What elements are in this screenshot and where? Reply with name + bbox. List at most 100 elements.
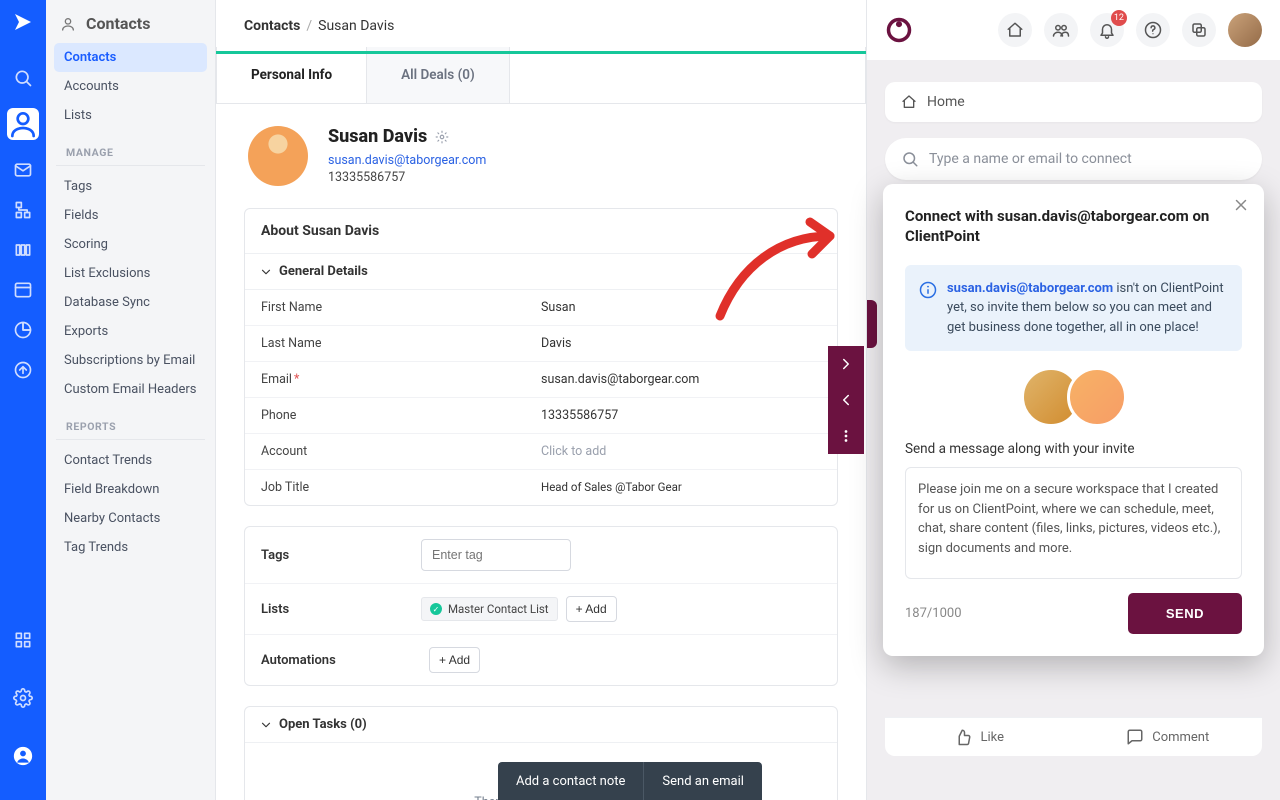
about-card: About Susan Davis General Details First … (244, 208, 838, 506)
sidebar-item-contacts[interactable]: Contacts (54, 43, 207, 72)
sidebar-item-contact-trends[interactable]: Contact Trends (54, 446, 207, 475)
nav-rail (0, 0, 46, 800)
row-last-name: Last NameDavis (245, 326, 837, 362)
list-chip[interactable]: ✓Master Contact List (421, 597, 558, 621)
gear-icon[interactable] (435, 130, 449, 144)
search-icon (901, 150, 919, 168)
sidebar-label-manage: MANAGE (56, 130, 205, 166)
rail-apps-icon[interactable] (13, 630, 33, 650)
breadcrumb: Contacts/Susan Davis (216, 0, 422, 48)
sidebar-item-tag-trends[interactable]: Tag Trends (54, 533, 207, 562)
automations-add-button[interactable]: Add (429, 647, 480, 673)
contact-pager (828, 346, 864, 454)
next-contact-button[interactable] (828, 346, 864, 382)
tab-personal-info[interactable]: Personal Info (217, 47, 367, 103)
prev-contact-button[interactable] (828, 382, 864, 418)
contact-phone: 13335586757 (328, 170, 486, 185)
user-avatar[interactable] (1228, 13, 1262, 47)
row-email: Email*susan.davis@taborgear.com (245, 362, 837, 398)
tab-all-deals[interactable]: All Deals (0) (367, 47, 510, 103)
comment-button[interactable]: Comment (1074, 718, 1263, 756)
lists-row: Lists ✓Master Contact List Add (245, 583, 837, 634)
send-button[interactable]: SEND (1128, 593, 1242, 634)
contact-name: Susan Davis (328, 126, 486, 147)
row-first-name: First NameSusan (245, 290, 837, 326)
sidebar-item-list-exclusions[interactable]: List Exclusions (54, 259, 207, 288)
tags-row: Tags (245, 527, 837, 583)
chevron-down-icon (259, 718, 273, 732)
contacts-icon (60, 16, 76, 32)
home-icon[interactable] (998, 13, 1032, 47)
send-email-button[interactable]: Send an email (643, 762, 762, 800)
lists-add-button[interactable]: Add (566, 596, 617, 622)
rail-search-icon[interactable] (13, 68, 33, 88)
info-icon (919, 281, 937, 299)
rail-reports-icon[interactable] (13, 320, 33, 340)
more-actions-button[interactable] (828, 418, 864, 454)
invite-message-input[interactable]: Please join me on a secure workspace tha… (905, 467, 1242, 579)
invite-avatars (905, 367, 1242, 427)
sidebar-item-lists[interactable]: Lists (54, 101, 207, 130)
notifications-icon[interactable]: 12 (1090, 13, 1124, 47)
profile-header: Susan Davis susan.davis@taborgear.com 13… (244, 126, 838, 186)
about-heading: About Susan Davis (245, 209, 837, 254)
clientpoint-logo (885, 16, 913, 44)
rail-contacts-icon[interactable] (7, 108, 39, 140)
automations-row: Automations Add (245, 634, 837, 685)
row-account[interactable]: AccountClick to add (245, 434, 837, 470)
right-topbar: 12 (867, 0, 1280, 60)
people-icon[interactable] (1044, 13, 1078, 47)
rail-account-icon[interactable] (13, 746, 33, 766)
sidebar: Contacts Contacts Accounts Lists MANAGE … (46, 0, 216, 800)
sidebar-item-custom-headers[interactable]: Custom Email Headers (54, 375, 207, 404)
modal-title: Connect with susan.davis@taborgear.com o… (905, 206, 1242, 247)
meta-card: Tags Lists ✓Master Contact List Add Auto… (244, 526, 838, 686)
rail-upload-icon[interactable] (13, 360, 33, 380)
sidebar-title: Contacts (86, 14, 150, 33)
rail-org-icon[interactable] (13, 200, 33, 220)
home-breadcrumb[interactable]: Home (885, 82, 1262, 122)
sidebar-label-reports: REPORTS (56, 404, 205, 440)
help-icon[interactable] (1136, 13, 1170, 47)
sidebar-item-fields[interactable]: Fields (54, 201, 207, 230)
sidebar-item-subscriptions[interactable]: Subscriptions by Email (54, 346, 207, 375)
right-panel: 12 Home Type a name or email to connect … (866, 0, 1280, 800)
action-bar: Add a contact note Send an email (498, 762, 762, 800)
general-details-toggle[interactable]: General Details (245, 254, 837, 290)
rail-campaigns-icon[interactable] (13, 160, 33, 180)
rail-settings-icon[interactable] (13, 688, 33, 708)
add-note-button[interactable]: Add a contact note (498, 762, 643, 800)
feed-actions: Like Comment (885, 717, 1262, 756)
contact-email[interactable]: susan.davis@taborgear.com (328, 153, 486, 168)
panel-edge-tab[interactable] (867, 300, 877, 348)
rail-site-icon[interactable] (13, 280, 33, 300)
sidebar-item-database-sync[interactable]: Database Sync (54, 288, 207, 317)
sidebar-item-accounts[interactable]: Accounts (54, 72, 207, 101)
chevron-down-icon (259, 265, 273, 279)
tags-input[interactable] (421, 539, 571, 571)
invite-message-label: Send a message along with your invite (905, 441, 1242, 457)
sidebar-heading: Contacts (46, 0, 215, 43)
avatar-contact (1067, 367, 1127, 427)
tabs: Personal Info All Deals (0) (216, 47, 866, 104)
notification-badge: 12 (1111, 10, 1127, 26)
connect-search[interactable]: Type a name or email to connect (885, 138, 1262, 180)
home-icon (901, 94, 917, 110)
close-icon[interactable] (1232, 196, 1250, 218)
row-phone: Phone13335586757 (245, 398, 837, 434)
sidebar-item-field-breakdown[interactable]: Field Breakdown (54, 475, 207, 504)
open-tasks-toggle[interactable]: Open Tasks (0) (245, 707, 837, 743)
like-button[interactable]: Like (885, 718, 1074, 756)
sidebar-item-scoring[interactable]: Scoring (54, 230, 207, 259)
sidebar-item-exports[interactable]: Exports (54, 317, 207, 346)
sidebar-item-tags[interactable]: Tags (54, 172, 207, 201)
connect-modal: Connect with susan.davis@taborgear.com o… (883, 184, 1264, 656)
sidebar-item-nearby-contacts[interactable]: Nearby Contacts (54, 504, 207, 533)
modal-info: susan.davis@taborgear.com isn't on Clien… (905, 265, 1242, 352)
row-job-title: Job TitleHead of Sales @Tabor Gear (245, 470, 837, 505)
main-area: Contacts/Susan Davis Personal Info All D… (216, 0, 866, 800)
char-counter: 187/1000 (905, 606, 962, 621)
app-logo (11, 10, 35, 34)
copy-icon[interactable] (1182, 13, 1216, 47)
rail-deals-icon[interactable] (13, 240, 33, 260)
